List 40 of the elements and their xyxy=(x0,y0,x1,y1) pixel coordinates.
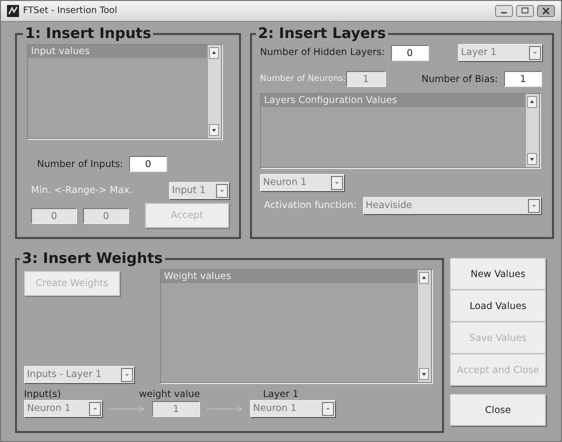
field-label: Min. <-Range-> Max. xyxy=(31,185,132,196)
field-label: Number of Inputs: xyxy=(37,158,124,170)
scrollbar[interactable] xyxy=(526,94,539,167)
list-box[interactable]: Input values xyxy=(27,44,222,139)
field-label: Number of Hidden Layers: xyxy=(260,47,385,58)
scroll-up-icon[interactable] xyxy=(209,47,219,59)
list-box[interactable]: Weight values xyxy=(160,269,432,383)
list-box[interactable]: Layers Configuration Values xyxy=(260,93,540,168)
scrollbar[interactable] xyxy=(418,270,431,382)
maximize-icon[interactable] xyxy=(516,5,534,17)
field-label: Layer 1 xyxy=(263,389,299,400)
dashed-arrow-icon xyxy=(108,404,146,412)
input-field[interactable]: 0 xyxy=(129,156,168,172)
field-label: Number of Neurons: xyxy=(260,74,346,84)
panel-title: 1: Insert Inputs xyxy=(24,26,152,42)
list-header: Layers Configuration Values xyxy=(261,94,525,107)
scroll-down-icon[interactable] xyxy=(209,124,219,136)
scroll-down-icon[interactable] xyxy=(419,368,429,380)
minimize-icon[interactable] xyxy=(495,5,513,17)
field-label: Number of Bias: xyxy=(422,74,498,84)
panel-title: 2: Insert Layers xyxy=(257,26,387,42)
input-field[interactable]: 0 xyxy=(390,44,429,60)
field-label: Input(s) xyxy=(24,389,62,400)
window-title: FTSet - Insertion Tool xyxy=(23,6,118,16)
panel-title: 3: Insert Weights xyxy=(21,251,164,267)
scrollbar[interactable] xyxy=(208,45,221,138)
scroll-up-icon[interactable] xyxy=(419,272,429,284)
button[interactable]: New Values xyxy=(450,258,546,290)
input-field[interactable]: 1 xyxy=(504,71,542,87)
dashed-arrow-icon xyxy=(206,404,244,412)
button[interactable]: Load Values xyxy=(450,290,546,322)
field-label: Activation function: xyxy=(264,200,357,211)
list-header: Weight values xyxy=(161,270,417,283)
app-icon xyxy=(7,5,19,17)
list-header: Input values xyxy=(28,45,207,58)
field-label: weight value xyxy=(139,389,201,400)
close-icon[interactable] xyxy=(537,5,555,17)
scroll-up-icon[interactable] xyxy=(527,96,537,108)
button[interactable]: Close xyxy=(450,394,546,426)
scroll-down-icon[interactable] xyxy=(527,153,537,165)
